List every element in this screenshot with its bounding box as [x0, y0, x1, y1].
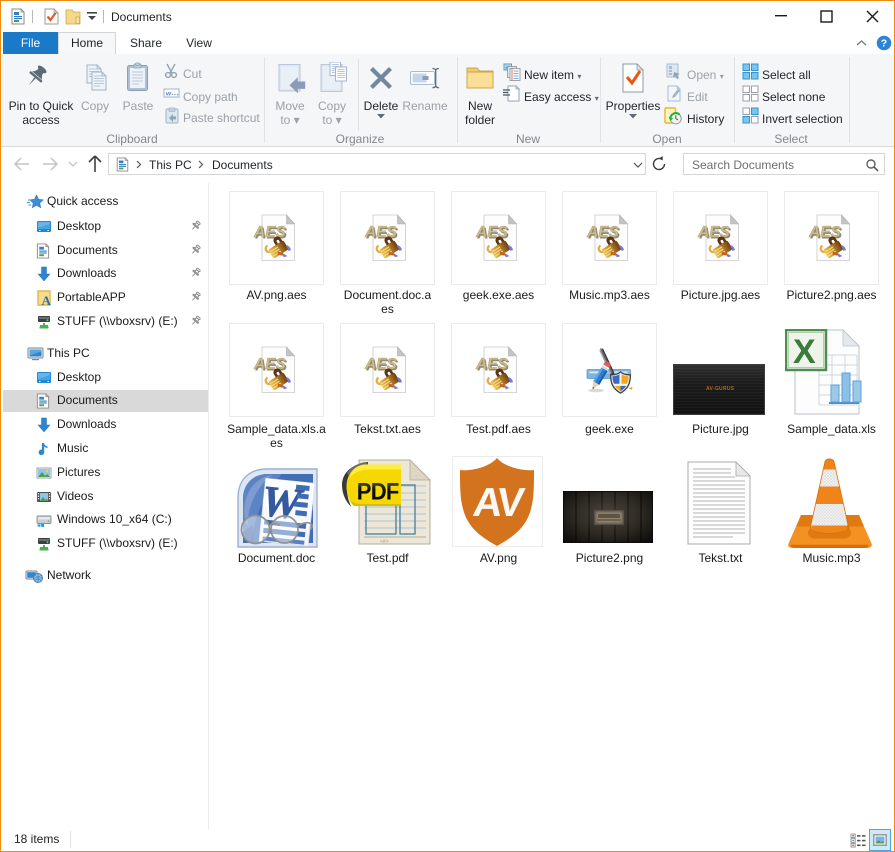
svg-text:?: ?	[881, 38, 887, 50]
svg-text:A: A	[42, 293, 52, 306]
